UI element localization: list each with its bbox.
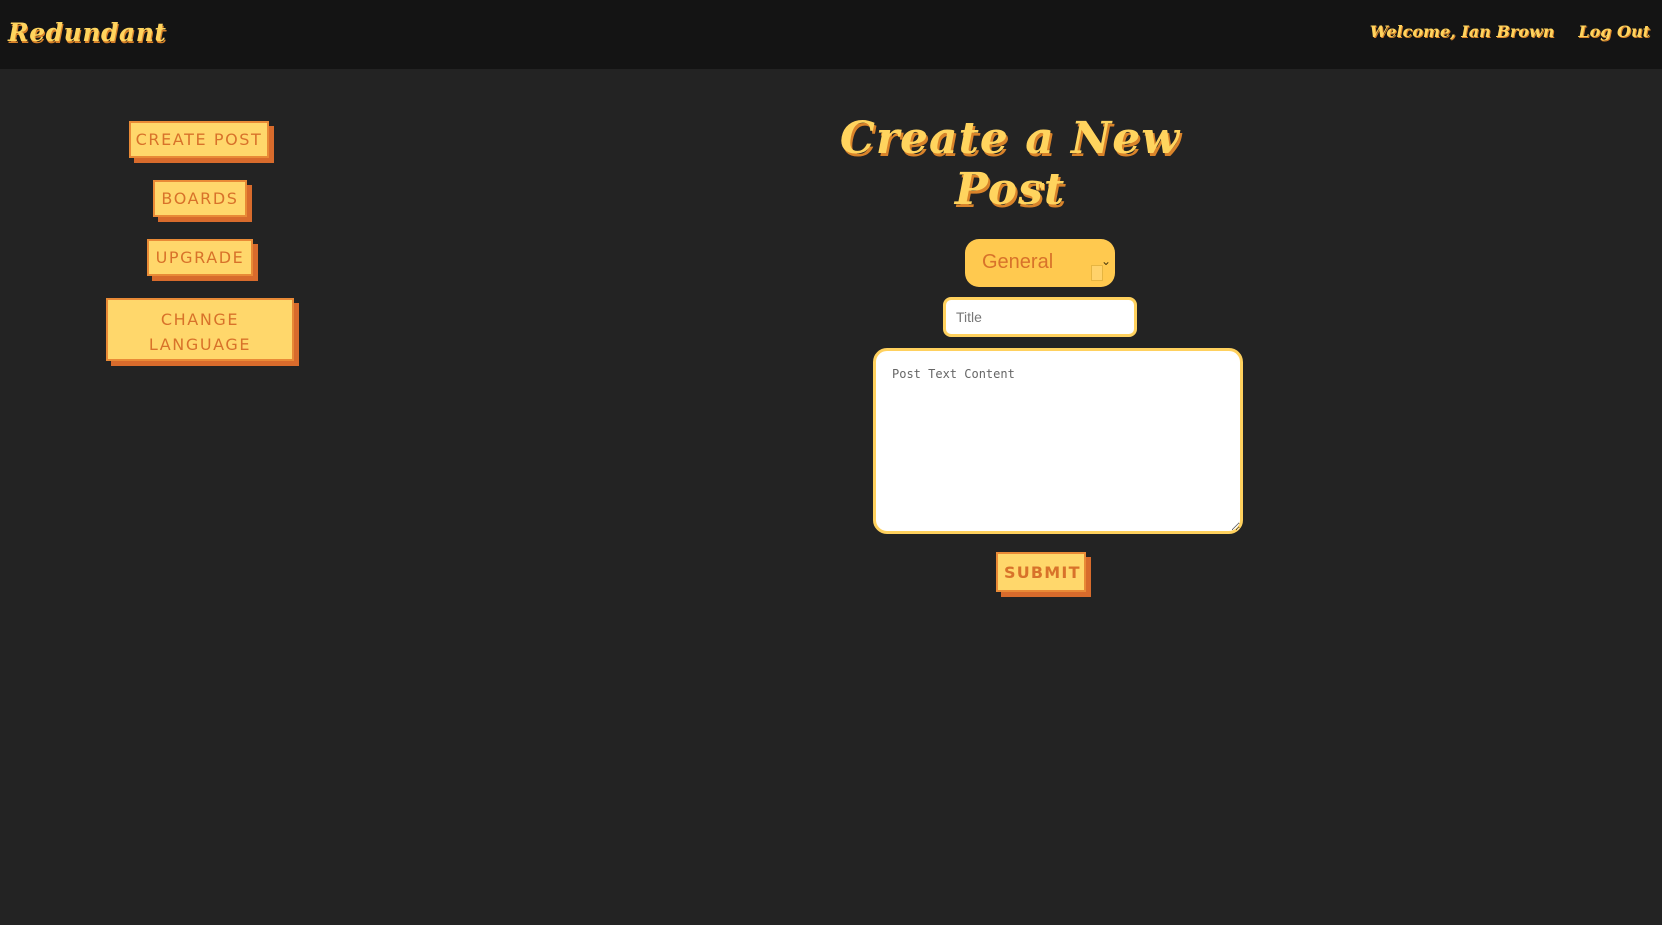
upgrade-button[interactable]: UPGRADE xyxy=(147,239,253,276)
change-language-label-line1: CHANGE xyxy=(160,310,240,329)
change-language-button[interactable]: CHANGE LANGUAGE xyxy=(106,298,294,361)
page-subtitle: " xyxy=(1033,178,1047,207)
upgrade-label: UPGRADE xyxy=(155,248,245,267)
chevron-down-icon: ⌄ xyxy=(1100,254,1111,268)
user-nav: Welcome, Ian Brown Log Out xyxy=(1370,22,1650,41)
post-content-textarea[interactable] xyxy=(873,348,1243,534)
boards-label: BOARDS xyxy=(161,189,239,208)
page-title: Create a New Post xyxy=(839,113,1181,215)
board-select[interactable]: General ⌄ xyxy=(965,239,1115,287)
logout-link[interactable]: Log Out xyxy=(1578,22,1650,41)
create-post-button[interactable]: CREATE POST xyxy=(129,121,269,158)
board-select-value: General xyxy=(982,251,1054,273)
brand-logo[interactable]: Redundant xyxy=(8,18,166,47)
create-post-label: CREATE POST xyxy=(135,130,263,149)
submit-button[interactable]: SUBMIT xyxy=(996,552,1086,592)
title-input[interactable] xyxy=(943,297,1137,337)
boards-button[interactable]: BOARDS xyxy=(153,180,247,217)
change-language-label-line2: LANGUAGE xyxy=(148,335,252,354)
welcome-user-link[interactable]: Welcome, Ian Brown xyxy=(1370,22,1555,41)
top-navigation-bar: Redundant Welcome, Ian Brown Log Out xyxy=(0,0,1662,69)
